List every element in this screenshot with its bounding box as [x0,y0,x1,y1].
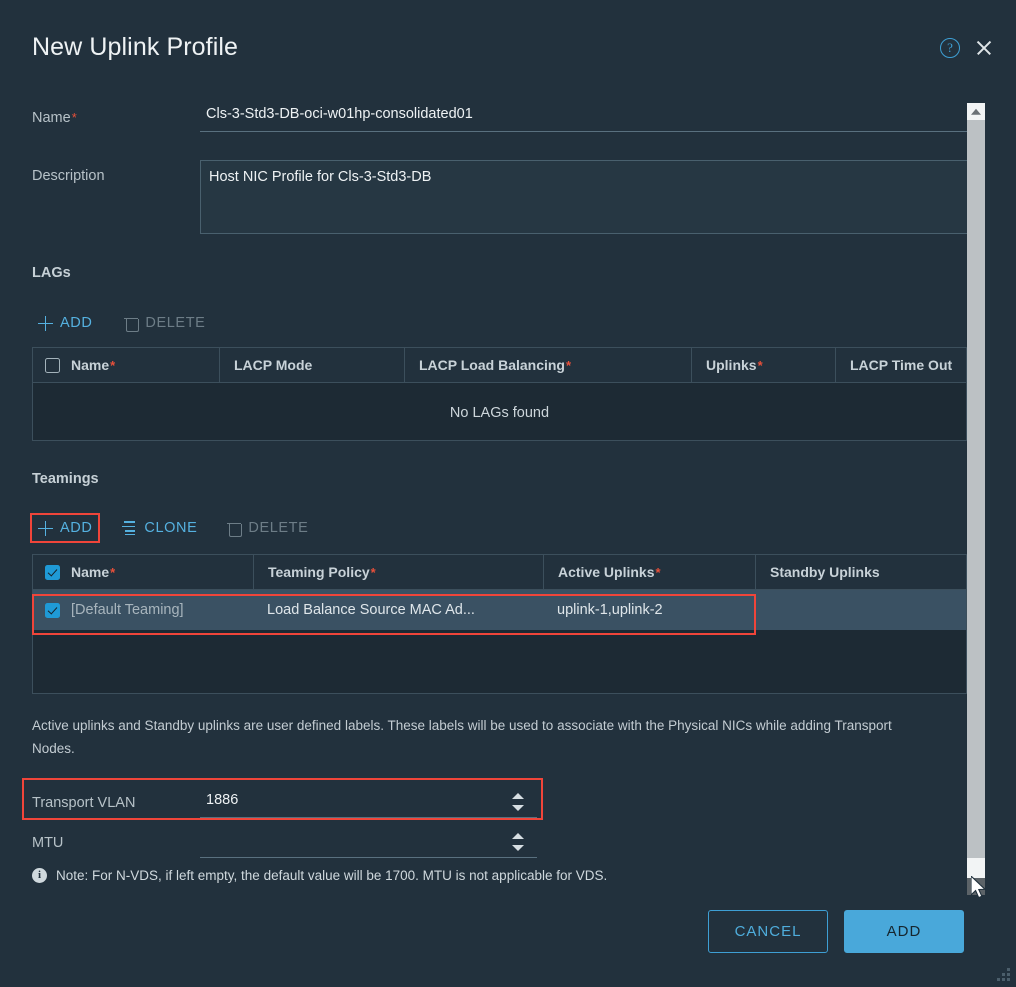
name-field-wrap [200,100,970,132]
dialog-header: New Uplink Profile ? [0,0,1016,88]
scrollbar-thumb[interactable] [967,120,985,858]
close-icon[interactable] [974,38,994,58]
name-label: Name* [32,110,77,126]
description-label: Description [32,168,105,184]
trash-icon [227,521,242,537]
transport-vlan-stepper[interactable] [512,792,525,812]
name-input[interactable] [200,100,970,132]
page-title: New Uplink Profile [32,33,239,61]
teamings-helper-text: Active uplinks and Standby uplinks are u… [32,718,892,757]
transport-vlan-input[interactable] [200,786,537,818]
teamings-col-name: Name* [33,555,253,590]
lags-delete-button[interactable]: DELETE [118,310,211,336]
teamings-select-all-checkbox[interactable] [45,564,60,580]
lags-col-uplinks: Uplinks* [691,347,835,383]
mtu-label: MTU [32,835,64,851]
teamings-col-active-uplinks: Active Uplinks* [543,554,755,590]
new-uplink-profile-dialog: New Uplink Profile ? Name* Description H… [0,0,1016,987]
lags-table: Name* LACP Mode LACP Load Balancing* Upl… [32,347,967,441]
header-icon-group: ? [940,38,994,58]
lags-section-title: LAGs [32,265,71,281]
chevron-down-icon [512,845,524,851]
mouse-cursor [971,876,987,899]
description-textarea[interactable]: Host NIC Profile for Cls-3-Std3-DB [200,160,970,234]
scroll-up-button[interactable] [967,103,985,120]
row-standby-uplinks-cell [755,590,966,630]
row-active-uplinks-cell: uplink-1,uplink-2 [557,602,663,618]
transport-vlan-field-wrap [200,786,537,818]
chevron-up-icon [512,793,524,799]
teamings-section-title: Teamings [32,471,99,487]
dialog-body: Name* Description Host NIC Profile for C… [0,88,970,898]
teamings-col-standby-uplinks: Standby Uplinks [755,554,966,590]
mtu-stepper[interactable] [512,832,525,852]
lags-col-name: Name* [33,348,219,383]
mtu-note-row: i Note: For N-VDS, if left empty, the de… [32,868,607,883]
teamings-add-button[interactable]: ADD [29,513,101,543]
required-marker: * [71,110,77,125]
lags-col-lacp-mode: LACP Mode [219,347,404,383]
mtu-note-text: Note: For N-VDS, if left empty, the defa… [56,868,608,883]
resize-grip[interactable] [994,965,1010,981]
lags-table-header: Name* LACP Mode LACP Load Balancing* Upl… [33,347,966,383]
lags-select-all-checkbox[interactable] [45,357,60,373]
mtu-input[interactable] [200,826,537,858]
info-icon: i [32,868,47,883]
chevron-down-icon [512,805,524,811]
teamings-table: Name* Teaming Policy* Active Uplinks* St… [32,554,967,694]
chevron-up-icon [512,833,524,839]
row-teaming-policy-cell: Load Balance Source MAC Ad... [267,602,475,618]
help-circle-icon[interactable]: ? [940,38,960,58]
lags-add-button[interactable]: ADD [32,310,98,336]
footer-button-group: CANCEL ADD [708,910,964,953]
mtu-field-wrap [200,826,537,858]
trash-icon [124,316,139,332]
teamings-toolbar: ADD CLONE DELETE [29,513,314,543]
teamings-add-label: ADD [60,520,93,536]
lags-table-body: No LAGs found [33,383,966,440]
lags-toolbar: ADD DELETE [32,310,211,336]
lags-col-lacp-time-out: LACP Time Out [835,347,966,383]
teamings-col-teaming-policy: Teaming Policy* [253,554,543,590]
teamings-clone-label: CLONE [144,520,198,536]
table-row[interactable]: [Default Teaming] Load Balance Source MA… [33,590,966,630]
plus-icon [38,315,53,331]
lags-add-label: ADD [60,315,93,331]
cancel-button[interactable]: CANCEL [708,910,828,953]
teamings-delete-label: DELETE [248,520,309,536]
add-button[interactable]: ADD [844,910,964,953]
caret-up-icon [971,108,981,115]
clone-icon [122,521,137,536]
dialog-footer: CANCEL ADD [0,898,1016,987]
row-name-cell: [Default Teaming] [33,590,253,630]
teamings-table-body: [Default Teaming] Load Balance Source MA… [33,590,966,693]
lags-delete-label: DELETE [145,315,206,331]
row-select-checkbox[interactable] [45,602,60,618]
plus-icon [38,520,53,536]
vertical-scrollbar[interactable] [967,103,985,895]
lags-empty-message: No LAGs found [449,405,550,421]
teamings-clone-button[interactable]: CLONE [116,515,203,541]
teamings-table-header: Name* Teaming Policy* Active Uplinks* St… [33,554,966,590]
lags-col-lacp-load-balancing: LACP Load Balancing* [404,347,691,383]
transport-vlan-label: Transport VLAN [32,795,136,811]
description-field-wrap: Host NIC Profile for Cls-3-Std3-DB [200,160,970,234]
teamings-delete-button[interactable]: DELETE [221,515,314,541]
